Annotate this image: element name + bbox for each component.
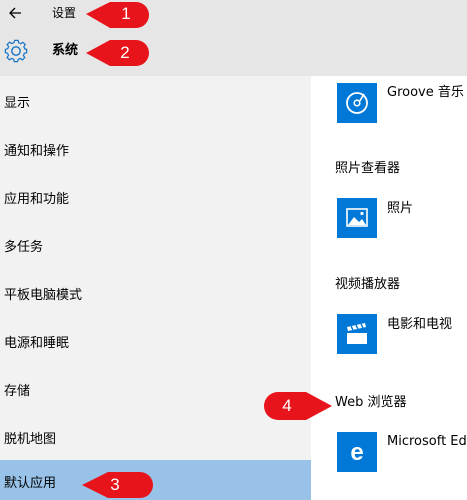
- callout-number-3: 3: [110, 475, 120, 494]
- gear-icon: [3, 38, 29, 64]
- photos-icon: [346, 208, 368, 227]
- sidebar-item-label: 默认应用: [4, 476, 57, 491]
- sidebar-item-apps-features[interactable]: 应用和功能: [0, 176, 311, 216]
- photos-tile[interactable]: [337, 198, 377, 238]
- callout-number-2: 2: [120, 43, 130, 62]
- photo-app-name[interactable]: 照片: [387, 200, 413, 218]
- sidebar-item-label: 应用和功能: [4, 192, 70, 207]
- clapperboard-icon: [347, 323, 367, 344]
- sidebar-item-multitasking[interactable]: 多任务: [0, 224, 311, 264]
- svg-text:e: e: [350, 439, 363, 466]
- sidebar-item-label: 脱机地图: [4, 432, 57, 447]
- groove-music-icon: [346, 92, 368, 114]
- edge-icon: e: [350, 439, 363, 466]
- sidebar-item-power-sleep[interactable]: 电源和睡眠: [0, 320, 311, 360]
- main-content: Groove 音乐 照片查看器 照片 视频播放器 电影和电视 Web 浏览器 e…: [311, 76, 467, 500]
- sidebar-item-label: 存储: [4, 384, 31, 399]
- sidebar-item-notifications[interactable]: 通知和操作: [0, 128, 311, 168]
- page-header: 系统: [0, 28, 467, 76]
- web-browser-title: Web 浏览器: [335, 395, 407, 410]
- sidebar-item-label: 平板电脑模式: [4, 288, 83, 303]
- sidebar-item-label: 电源和睡眠: [4, 336, 70, 351]
- sidebar-item-offline-maps[interactable]: 脱机地图: [0, 416, 311, 456]
- callout-number-4: 4: [282, 396, 292, 415]
- page-title: 系统: [52, 43, 79, 58]
- title-bar: 设置: [0, 0, 467, 28]
- movies-tv-tile[interactable]: [337, 314, 377, 354]
- sidebar-item-tablet-mode[interactable]: 平板电脑模式: [0, 272, 311, 312]
- microsoft-edge-tile[interactable]: e: [337, 432, 377, 472]
- window-title: 设置: [52, 6, 77, 20]
- photo-viewer-title: 照片查看器: [335, 161, 401, 176]
- groove-music-tile[interactable]: [337, 83, 377, 123]
- music-app-name[interactable]: Groove 音乐: [387, 84, 464, 102]
- sidebar: 显示 通知和操作 应用和功能 多任务 平板电脑模式 电源和睡眠 存储 脱机地图 …: [0, 76, 311, 500]
- video-player-title: 视频播放器: [335, 277, 401, 292]
- video-app-name[interactable]: 电影和电视: [387, 316, 452, 334]
- sidebar-item-display[interactable]: 显示: [0, 80, 311, 120]
- callout-number-1: 1: [121, 4, 131, 23]
- callout-marker-4: [264, 392, 332, 420]
- sidebar-item-label: 通知和操作: [4, 144, 70, 159]
- back-arrow-icon[interactable]: [6, 3, 26, 23]
- sidebar-item-label: 显示: [4, 96, 31, 111]
- browser-app-name[interactable]: Microsoft Edge: [387, 433, 467, 451]
- sidebar-item-label: 多任务: [4, 240, 44, 255]
